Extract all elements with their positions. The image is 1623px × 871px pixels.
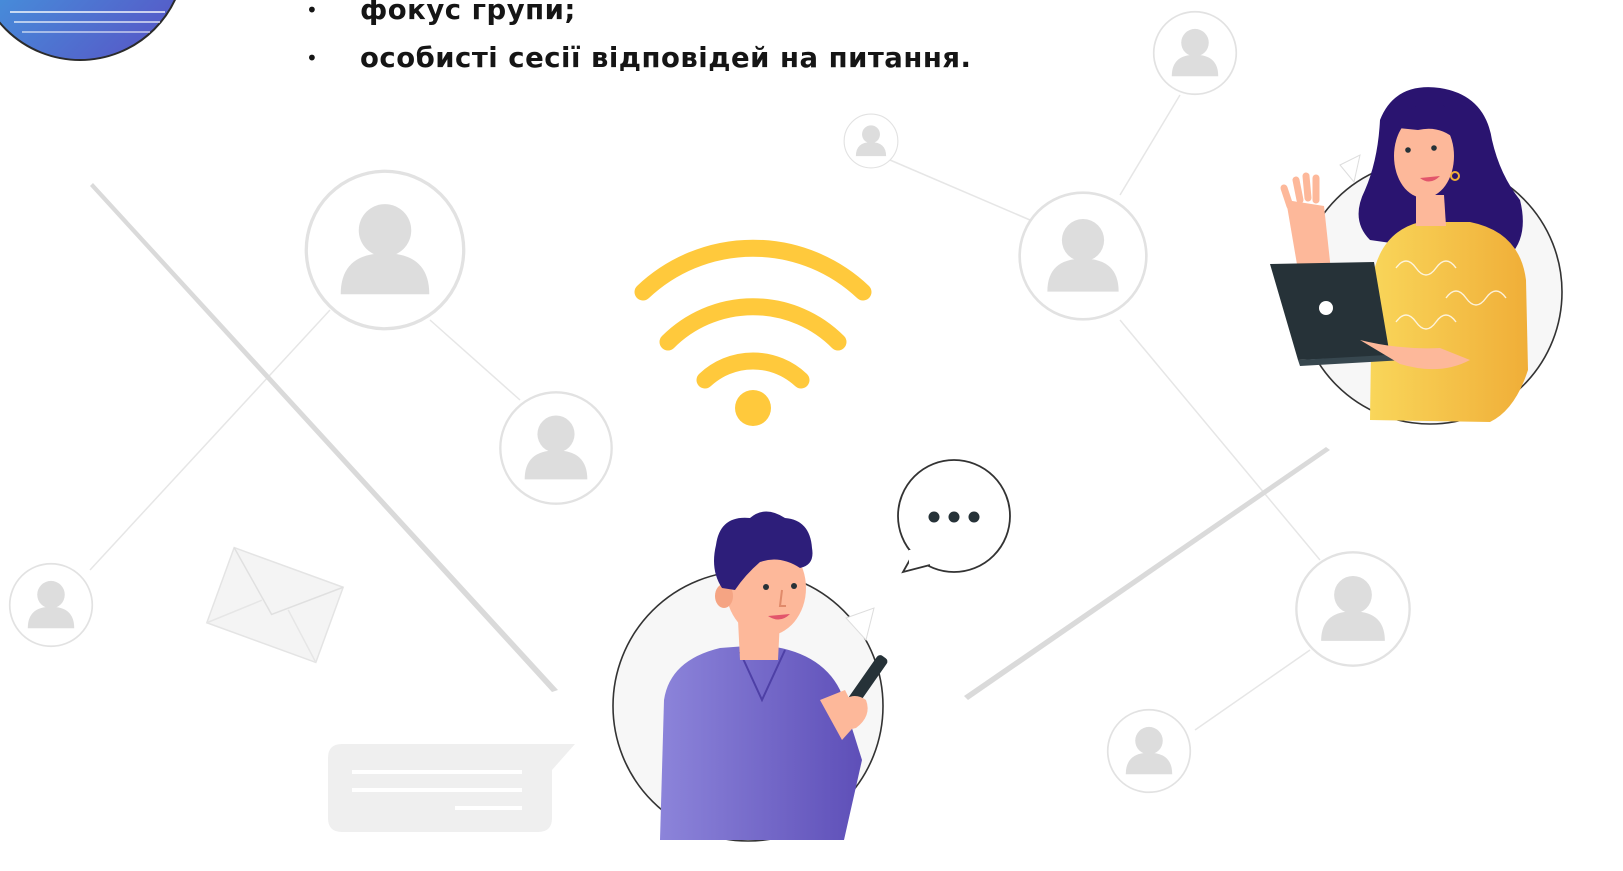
globe-icon [0, 0, 176, 61]
chat-bubble-icon [897, 459, 1011, 574]
user-avatar-icon [499, 391, 613, 505]
user-avatar-icon [1295, 551, 1411, 667]
user-avatar-icon [1106, 708, 1192, 794]
user-avatar-icon [8, 562, 94, 648]
envelope-icon [205, 546, 345, 664]
user-avatar-icon [1152, 10, 1238, 96]
user-avatar-icon [304, 169, 466, 331]
illustration-canvas: • фокус групи; • особисті сесії відповід… [0, 0, 1623, 871]
wifi-icon [634, 239, 872, 426]
network-scene [0, 0, 1563, 842]
user-avatar-icon [843, 113, 899, 169]
message-card-icon [328, 744, 575, 832]
user-avatar-icon [1018, 191, 1148, 321]
man-with-phone-illustration [612, 511, 888, 842]
woman-with-laptop-illustration [1270, 87, 1563, 425]
